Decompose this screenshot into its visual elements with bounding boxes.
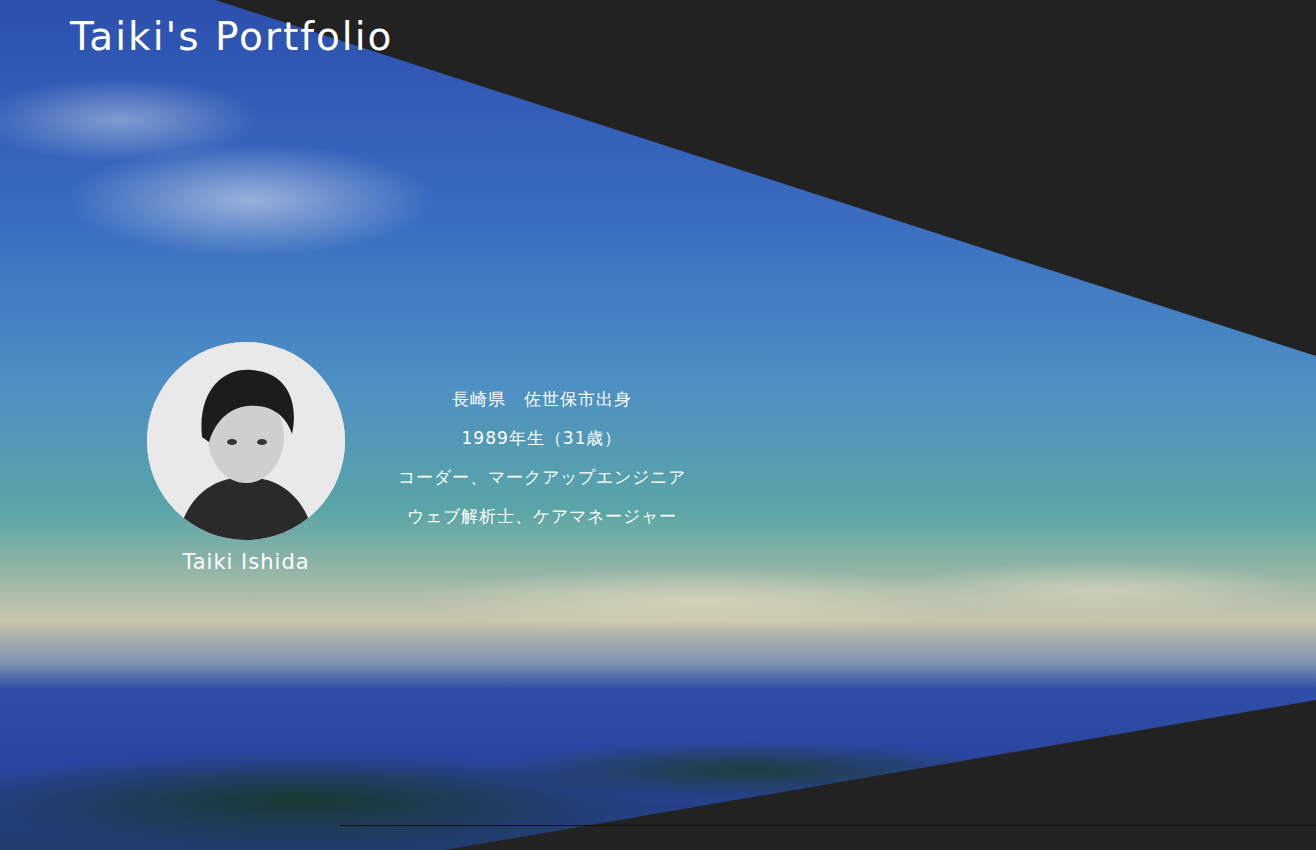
profile-name: Taiki Ishida — [182, 548, 309, 577]
profile-photo — [147, 342, 345, 540]
profile-detail: 1989年生（31歳） — [367, 419, 717, 458]
profile-detail: コーダー、マークアップエンジニア — [367, 458, 717, 497]
divider-line — [340, 825, 1316, 826]
person-icon — [147, 342, 345, 540]
profile-card: Taiki Ishida — [147, 342, 345, 577]
profile-details: 長崎県 佐世保市出身1989年生（31歳）コーダー、マークアップエンジニアウェブ… — [367, 342, 717, 536]
hero: Taiki's Portfolio Taiki Ishida 長崎県 佐世保市出身1… — [0, 0, 1316, 850]
site-title[interactable]: Taiki's Portfolio — [0, 0, 1316, 61]
profile: Taiki Ishida 長崎県 佐世保市出身1989年生（31歳）コーダー、マー… — [0, 342, 1316, 577]
profile-detail: ウェブ解析士、ケアマネージャー — [367, 497, 717, 536]
hero-content: Taiki's Portfolio Taiki Ishida 長崎県 佐世保市出身1… — [0, 0, 1316, 577]
profile-detail: 長崎県 佐世保市出身 — [367, 380, 717, 419]
